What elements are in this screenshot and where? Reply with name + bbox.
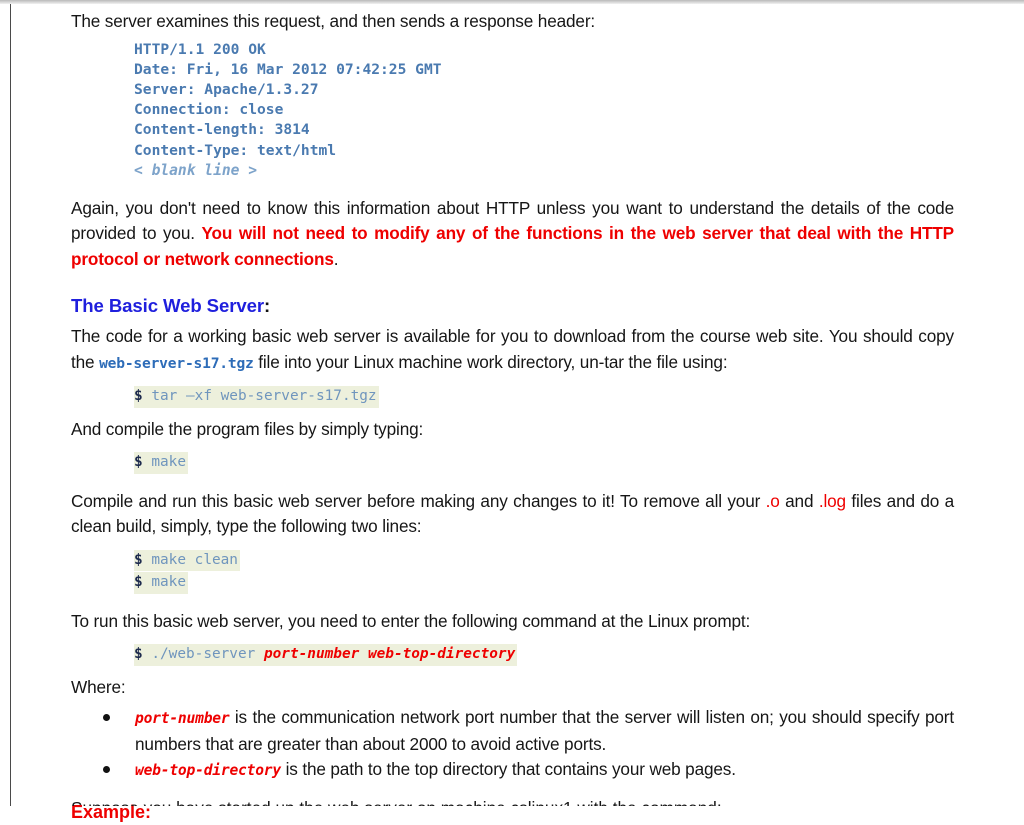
bullet-description-port-number: is the communication network port number… [135, 707, 954, 754]
download-text-trailing: file into your Linux machine work direct… [253, 351, 728, 372]
make-clean-command-line: $ make clean [0, 549, 1024, 572]
http-line-content-type: Content-Type: text/html [134, 141, 337, 159]
arg-separator [359, 646, 368, 662]
make-command-line: $ make [0, 451, 1024, 474]
tgz-filename: web-server-s17.tgz [99, 354, 254, 372]
section-heading-basic-web-server: The Basic Web Server: [0, 293, 1024, 319]
make-clean-command-text: make clean [142, 551, 238, 568]
tar-command-line: $ tar –xf web-server-s17.tgz [0, 385, 1024, 408]
web-server-run-command: $ ./web-server port-number web-top-direc… [134, 644, 518, 666]
argument-definitions-list: port-number is the communication network… [0, 705, 1024, 784]
intro-paragraph: The server examines this request, and th… [71, 11, 596, 31]
make-command: $ make [134, 452, 188, 474]
document-content: The server examines this request, and th… [0, 4, 1024, 825]
web-server-run-command-line: $ ./web-server port-number web-top-direc… [0, 643, 1024, 666]
http-disclaimer-paragraph: Again, you don't need to know this infor… [0, 196, 1024, 273]
clean-build-paragraph: Compile and run this basic web server be… [0, 489, 1024, 540]
bullet-description-web-top-directory: is the path to the top directory that co… [280, 759, 736, 780]
http-disclaimer-emphasis: You will not need to modify any of the f… [71, 223, 954, 269]
bullet-dot-icon [103, 714, 110, 722]
shell-prompt: $ [134, 646, 143, 663]
http-disclaimer-tail: . [333, 248, 339, 269]
arg-port-number: port-number [263, 646, 360, 663]
extension-o: .o [765, 490, 780, 511]
tar-command: $ tar –xf web-server-s17.tgz [134, 386, 379, 408]
tar-command-text: tar –xf web-server-s17.tgz [142, 388, 377, 405]
bullet-dot-icon [103, 766, 110, 774]
run-server-paragraph: To run this basic web server, you need t… [71, 610, 751, 631]
shell-prompt: $ [134, 574, 143, 591]
extension-log: .log [818, 490, 846, 511]
make-command-2-text: make [142, 574, 186, 591]
shell-prompt: $ [134, 388, 143, 405]
shell-prompt: $ [134, 454, 143, 471]
clipped-bottom-line-text: Suppose you have started up the web serv… [71, 798, 971, 806]
section-heading-colon: : [263, 295, 271, 317]
web-server-run-command-text: ./web-server [142, 646, 264, 663]
make-command-line-2: $ make [0, 571, 1024, 594]
clean-text-1: Compile and run this basic web server be… [71, 490, 766, 511]
make-command-2: $ make [134, 572, 188, 594]
compile-paragraph: And compile the program files by simply … [71, 418, 424, 439]
section-heading-text: The Basic Web Server [71, 295, 264, 317]
bullet-term-port-number: port-number [135, 710, 230, 728]
make-command-text: make [142, 454, 186, 471]
http-line-content-length: Content-length: 3814 [134, 121, 310, 139]
http-line-date: Date: Fri, 16 Mar 2012 07:42:25 GMT [134, 60, 442, 78]
download-paragraph: The code for a working basic web server … [0, 324, 1024, 376]
http-response-block: HTTP/1.1 200 OK Date: Fri, 16 Mar 2012 0… [0, 40, 1024, 181]
http-line-status: HTTP/1.1 200 OK [134, 40, 266, 58]
clipped-bottom-line: Suppose you have started up the web serv… [71, 798, 971, 806]
list-item: port-number is the communication network… [0, 705, 954, 757]
http-line-connection: Connection: close [134, 101, 284, 119]
http-blank-line-marker: < blank line > [134, 161, 258, 179]
document-page: The server examines this request, and th… [0, 0, 1024, 822]
where-label: Where: [71, 676, 126, 697]
shell-prompt: $ [134, 551, 143, 568]
bullet-term-web-top-directory: web-top-directory [135, 762, 281, 780]
clean-text-2: and [779, 490, 819, 511]
make-clean-command: $ make clean [134, 549, 240, 572]
list-item: web-top-directory is the path to the top… [0, 757, 954, 784]
http-line-server: Server: Apache/1.3.27 [134, 80, 319, 98]
arg-web-top-directory: web-top-directory [367, 646, 516, 663]
